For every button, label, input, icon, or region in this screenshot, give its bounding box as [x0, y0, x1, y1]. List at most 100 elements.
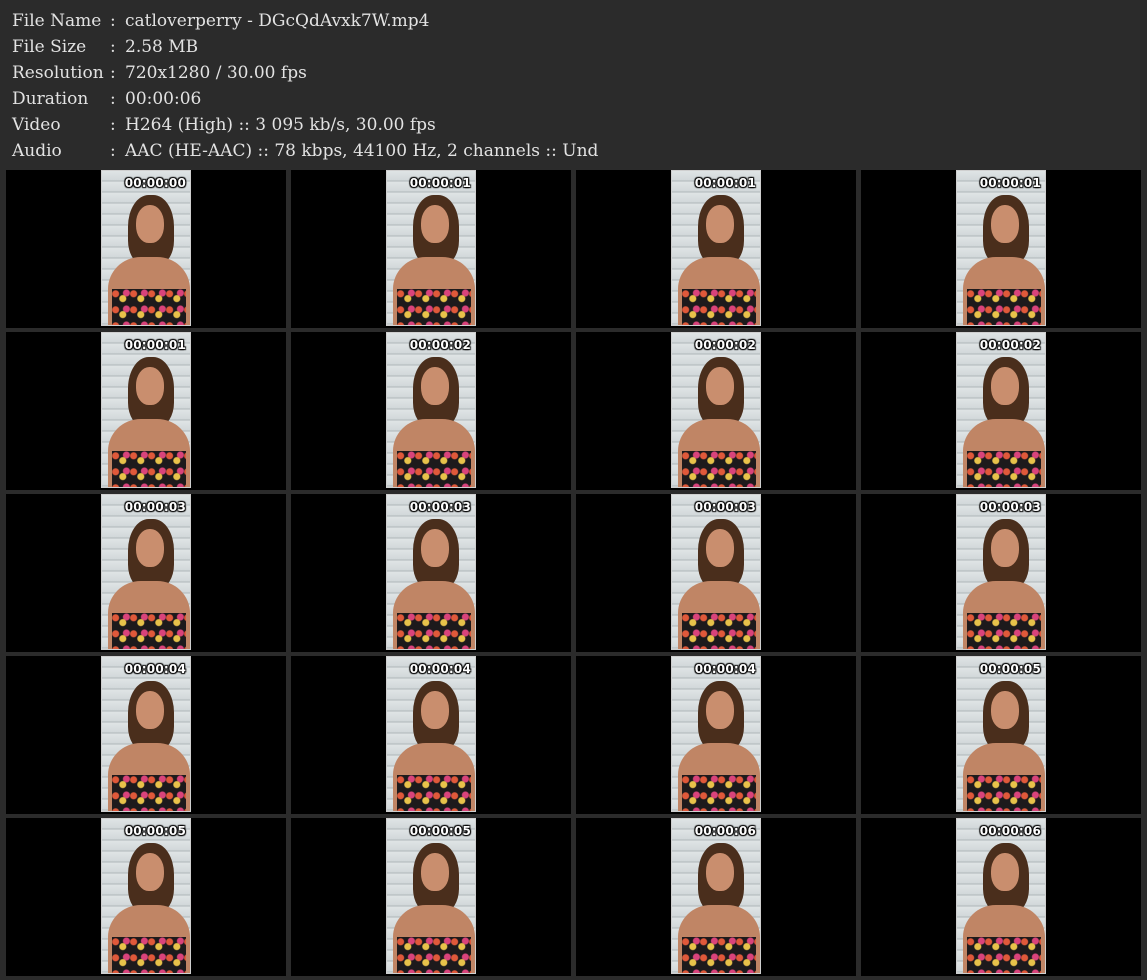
- thumbnail-cell: 00:00:04: [6, 656, 286, 814]
- frame-face: [136, 367, 164, 405]
- video-frame-thumbnail: 00:00:05: [956, 656, 1046, 812]
- thumbnail-cell: 00:00:04: [576, 656, 856, 814]
- info-row-audio: Audio : AAC (HE-AAC) :: 78 kbps, 44100 H…: [12, 138, 1132, 164]
- frame-dress: [397, 937, 471, 973]
- frame-face: [991, 691, 1019, 729]
- frame-dress: [967, 937, 1041, 973]
- frame-timestamp: 00:00:01: [979, 176, 1041, 190]
- frame-timestamp: 00:00:01: [124, 338, 186, 352]
- frame-timestamp: 00:00:04: [409, 662, 471, 676]
- thumbnail-cell: 00:00:03: [576, 494, 856, 652]
- info-separator: :: [110, 115, 116, 135]
- frame-dress: [112, 289, 186, 325]
- frame-face: [136, 691, 164, 729]
- info-row-file-size: File Size : 2.58 MB: [12, 34, 1132, 60]
- frame-face: [706, 691, 734, 729]
- frame-dress: [397, 289, 471, 325]
- frame-dress: [967, 613, 1041, 649]
- frame-timestamp: 00:00:03: [979, 500, 1041, 514]
- frame-timestamp: 00:00:05: [124, 824, 186, 838]
- frame-face: [421, 691, 449, 729]
- video-frame-thumbnail: 00:00:01: [671, 170, 761, 326]
- frame-face: [991, 853, 1019, 891]
- frame-timestamp: 00:00:05: [979, 662, 1041, 676]
- info-value: catloverperry - DGcQdAvxk7W.mp4: [125, 11, 430, 31]
- info-label: File Size: [12, 37, 87, 57]
- frame-dress: [682, 451, 756, 487]
- frame-face: [706, 205, 734, 243]
- frame-face: [136, 853, 164, 891]
- info-value: 720x1280 / 30.00 fps: [125, 63, 307, 83]
- thumbnail-cell: 00:00:03: [6, 494, 286, 652]
- info-row-duration: Duration : 00:00:06: [12, 86, 1132, 112]
- thumbnail-cell: 00:00:05: [291, 818, 571, 976]
- video-frame-thumbnail: 00:00:01: [386, 170, 476, 326]
- frame-face: [991, 205, 1019, 243]
- info-label: Audio: [12, 141, 62, 161]
- file-info-panel: File Name : catloverperry - DGcQdAvxk7W.…: [12, 8, 1132, 164]
- frame-dress: [112, 451, 186, 487]
- frame-face: [706, 529, 734, 567]
- thumbnail-cell: 00:00:01: [6, 332, 286, 490]
- frame-dress: [967, 775, 1041, 811]
- frame-face: [421, 367, 449, 405]
- video-frame-thumbnail: 00:00:02: [956, 332, 1046, 488]
- info-separator: :: [110, 141, 116, 161]
- thumbnail-cell: 00:00:01: [576, 170, 856, 328]
- video-frame-thumbnail: 00:00:03: [671, 494, 761, 650]
- thumbnail-cell: 00:00:03: [291, 494, 571, 652]
- thumbnail-cell: 00:00:06: [861, 818, 1141, 976]
- video-frame-thumbnail: 00:00:01: [101, 332, 191, 488]
- thumbnail-grid: 00:00:00 00:00:01 00:00:01 00:00:01 00:00:01…: [6, 170, 1141, 976]
- video-frame-thumbnail: 00:00:05: [386, 818, 476, 974]
- info-separator: :: [110, 63, 116, 83]
- info-value: 00:00:06: [125, 89, 202, 109]
- info-separator: :: [110, 37, 116, 57]
- video-frame-thumbnail: 00:00:03: [386, 494, 476, 650]
- info-value: AAC (HE-AAC) :: 78 kbps, 44100 Hz, 2 cha…: [125, 141, 599, 161]
- thumbnail-cell: 00:00:05: [861, 656, 1141, 814]
- frame-dress: [397, 775, 471, 811]
- frame-face: [991, 529, 1019, 567]
- video-frame-thumbnail: 00:00:00: [101, 170, 191, 326]
- video-frame-thumbnail: 00:00:05: [101, 818, 191, 974]
- video-frame-thumbnail: 00:00:01: [956, 170, 1046, 326]
- frame-face: [421, 205, 449, 243]
- info-row-video: Video : H264 (High) :: 3 095 kb/s, 30.00…: [12, 112, 1132, 138]
- thumbnail-cell: 00:00:06: [576, 818, 856, 976]
- info-label: Resolution: [12, 63, 104, 83]
- thumbnail-cell: 00:00:01: [291, 170, 571, 328]
- thumbnail-cell: 00:00:01: [861, 170, 1141, 328]
- frame-timestamp: 00:00:05: [409, 824, 471, 838]
- frame-timestamp: 00:00:04: [124, 662, 186, 676]
- info-value: H264 (High) :: 3 095 kb/s, 30.00 fps: [125, 115, 436, 135]
- frame-timestamp: 00:00:02: [694, 338, 756, 352]
- video-frame-thumbnail: 00:00:04: [101, 656, 191, 812]
- frame-timestamp: 00:00:03: [124, 500, 186, 514]
- frame-dress: [682, 937, 756, 973]
- frame-face: [136, 205, 164, 243]
- info-separator: :: [110, 11, 116, 31]
- frame-timestamp: 00:00:02: [979, 338, 1041, 352]
- thumbnail-cell: 00:00:03: [861, 494, 1141, 652]
- video-frame-thumbnail: 00:00:06: [671, 818, 761, 974]
- frame-dress: [112, 613, 186, 649]
- info-label: File Name: [12, 11, 102, 31]
- frame-face: [421, 529, 449, 567]
- info-label: Duration: [12, 89, 89, 109]
- video-frame-thumbnail: 00:00:03: [956, 494, 1046, 650]
- frame-dress: [967, 289, 1041, 325]
- frame-dress: [397, 451, 471, 487]
- thumbnail-cell: 00:00:02: [291, 332, 571, 490]
- info-label: Video: [12, 115, 61, 135]
- video-frame-thumbnail: 00:00:02: [671, 332, 761, 488]
- frame-timestamp: 00:00:03: [694, 500, 756, 514]
- frame-face: [706, 367, 734, 405]
- frame-timestamp: 00:00:03: [409, 500, 471, 514]
- frame-face: [706, 853, 734, 891]
- frame-timestamp: 00:00:00: [124, 176, 186, 190]
- video-frame-thumbnail: 00:00:02: [386, 332, 476, 488]
- frame-dress: [682, 775, 756, 811]
- frame-dress: [112, 937, 186, 973]
- frame-dress: [967, 451, 1041, 487]
